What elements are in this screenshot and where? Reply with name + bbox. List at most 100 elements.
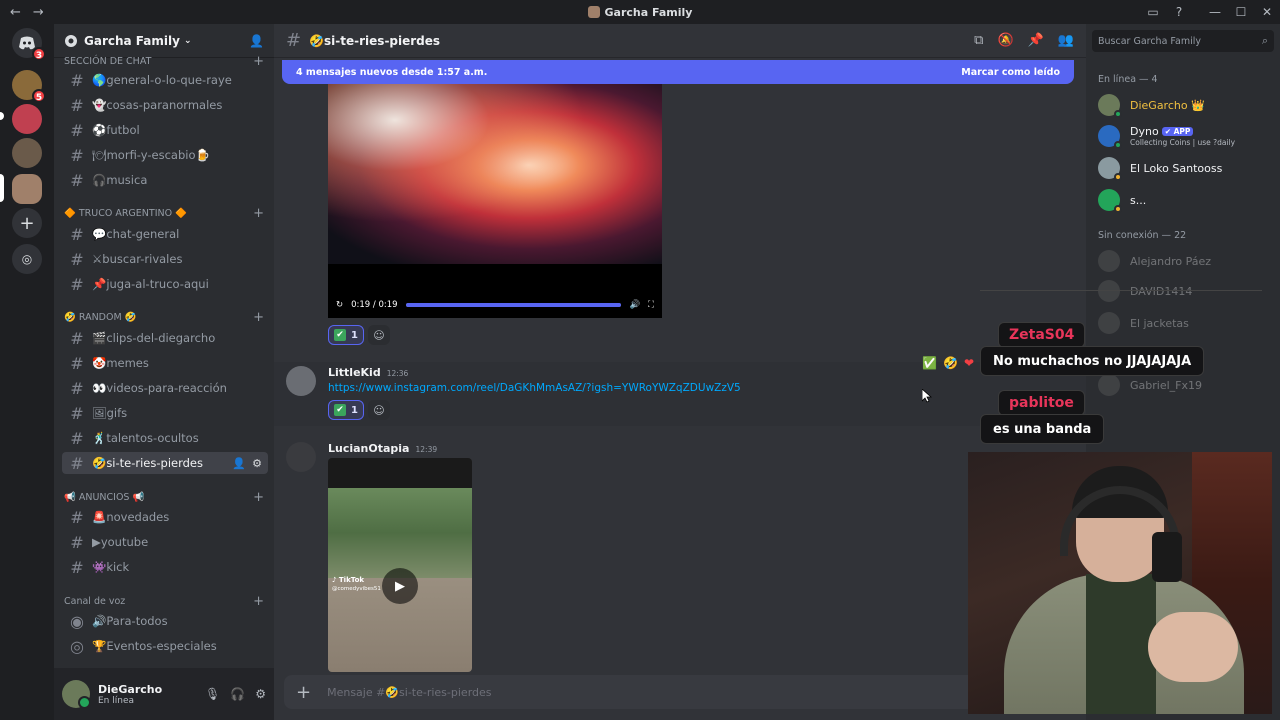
channel-musica[interactable]: # 🎧musica bbox=[62, 169, 268, 191]
search-input[interactable]: Buscar Garcha Family ⌕ bbox=[1092, 30, 1274, 52]
server-icon-b[interactable] bbox=[12, 104, 42, 134]
member-item[interactable]: El Loko Santooss bbox=[1098, 154, 1274, 182]
replay-icon[interactable]: ↻ bbox=[336, 300, 343, 310]
add-channel-icon[interactable]: + bbox=[253, 594, 268, 609]
video-progress-bar[interactable] bbox=[405, 303, 622, 307]
message[interactable]: LittleKid 12:36 https://www.instagram.com… bbox=[274, 356, 1086, 426]
members-icon[interactable]: 👥 bbox=[1058, 33, 1074, 48]
avatar bbox=[1098, 125, 1122, 149]
chat-area: # 🤣si-te-ries-pierdes ⧉ 🔕 📌 👥 4 mensajes… bbox=[274, 24, 1086, 720]
category-voz[interactable]: Canal de voz + bbox=[64, 594, 268, 609]
fullscreen-icon[interactable]: ⛶ bbox=[648, 300, 654, 310]
channel-novedades[interactable]: # 🚨novedades bbox=[62, 506, 268, 528]
check-reaction-icon[interactable]: ✅ bbox=[922, 356, 937, 370]
new-messages-bar[interactable]: 4 mensajes nuevos desde 1:57 a.m. Marcar… bbox=[282, 60, 1074, 84]
volume-icon[interactable]: 🔊 bbox=[629, 300, 640, 310]
forward-arrow-icon[interactable]: → bbox=[33, 5, 44, 20]
category-seccion-chat[interactable]: SECCIÓN DE CHAT + bbox=[64, 54, 268, 69]
channel-videos[interactable]: # 👀videos-para-reacción bbox=[62, 377, 268, 399]
message-link[interactable]: https://www.instagram.com/reel/DaGKhMmAs… bbox=[328, 382, 741, 394]
close-button[interactable]: ✕ bbox=[1254, 5, 1280, 19]
reaction-check[interactable]: ✔ 1 bbox=[328, 400, 364, 420]
add-server-button[interactable]: + bbox=[12, 208, 42, 238]
channel-youtube[interactable]: # ▶youtube bbox=[62, 531, 268, 553]
avatar[interactable] bbox=[286, 366, 316, 396]
avatar bbox=[1098, 157, 1122, 181]
channel-general[interactable]: # 🌎general-o-lo-que-raye bbox=[62, 69, 268, 91]
speaker-icon: ◉ bbox=[70, 611, 84, 631]
discord-home-button[interactable]: 3 bbox=[12, 28, 46, 61]
status-dot bbox=[1114, 110, 1122, 118]
channel-futbol[interactable]: # ⚽futbol bbox=[62, 119, 268, 141]
laugh-reaction-icon[interactable]: 🤣 bbox=[943, 356, 958, 370]
channel-memes[interactable]: # 🤡memes bbox=[62, 352, 268, 374]
avatar[interactable] bbox=[62, 680, 91, 709]
invite-icon[interactable]: 👤 bbox=[249, 34, 264, 48]
message-author[interactable]: LittleKid 12:36 bbox=[328, 366, 408, 379]
channel-chat-general[interactable]: # 💬chat-general bbox=[62, 223, 268, 245]
play-icon[interactable]: ▶ bbox=[382, 568, 418, 604]
user-status: En línea bbox=[98, 695, 135, 706]
tiktok-logo: ♪ TikTok bbox=[332, 576, 365, 584]
channel-kick[interactable]: # 👾kick bbox=[62, 556, 268, 578]
inbox-icon[interactable]: ▭ bbox=[1140, 5, 1166, 19]
gear-icon[interactable]: ⚙ bbox=[252, 457, 262, 470]
add-channel-icon[interactable]: + bbox=[253, 206, 268, 221]
invite-icon[interactable]: 👤 bbox=[232, 457, 246, 470]
message-input[interactable]: Mensaje #🤣si-te-ries-pierdes bbox=[327, 686, 491, 699]
mark-as-read-button[interactable]: Marcar como leído bbox=[961, 67, 1060, 78]
server-icon bbox=[587, 5, 600, 18]
reaction-check[interactable]: ✔ 1 bbox=[328, 325, 364, 345]
heart-reaction-icon[interactable]: ❤ bbox=[964, 356, 974, 370]
channel-si-te-ries-pierdes[interactable]: # 🤣si-te-ries-pierdes 👤 ⚙ bbox=[62, 452, 268, 474]
category-anuncios[interactable]: 📢 ANUNCIOS 📢 + bbox=[64, 490, 268, 505]
category-truco[interactable]: 🔶 TRUCO ARGENTINO 🔶 + bbox=[64, 206, 268, 221]
category-random[interactable]: 🤣 RANDOM 🤣 + bbox=[64, 310, 268, 325]
message-author[interactable]: LucianOtapia 12:39 bbox=[328, 442, 437, 455]
video-controls: ↻ 0:19 / 0:19 🔊 ⛶ bbox=[328, 292, 662, 318]
guild-header[interactable]: Garcha Family ⌄ 👤 bbox=[54, 24, 274, 58]
channel-morfi[interactable]: # 🍽morfi-y-escabio🍺 bbox=[62, 144, 268, 166]
channel-gifs[interactable]: # 🖼gifs bbox=[62, 402, 268, 424]
minimize-button[interactable]: — bbox=[1202, 5, 1228, 19]
message-composer[interactable]: + Mensaje #🤣si-te-ries-pierdes 🎁 ▣ bbox=[284, 675, 1076, 709]
channel-juga-al-truco[interactable]: # 📌juga-al-truco-aqui bbox=[62, 273, 268, 295]
server-icon-a[interactable]: 5 bbox=[12, 70, 46, 103]
server-icon-garcha-family[interactable] bbox=[12, 174, 42, 204]
maximize-button[interactable]: ☐ bbox=[1228, 5, 1254, 19]
avatar[interactable] bbox=[286, 442, 316, 472]
hash-icon: # bbox=[70, 353, 84, 373]
member-item[interactable]: Dyno ✔ APP Collecting Coins | use ?daily bbox=[1098, 122, 1274, 150]
online-header: En línea — 4 bbox=[1098, 74, 1158, 85]
notifications-muted-icon[interactable]: 🔕 bbox=[997, 33, 1013, 48]
headphones-icon[interactable]: 🎧 bbox=[230, 687, 245, 701]
threads-icon[interactable]: ⧉ bbox=[974, 33, 983, 48]
add-channel-icon[interactable]: + bbox=[253, 54, 268, 69]
gear-icon[interactable]: ⚙ bbox=[255, 687, 266, 701]
channel-clips[interactable]: # 🎬clips-del-diegarcho bbox=[62, 327, 268, 349]
community-icon bbox=[65, 34, 77, 47]
member-item[interactable]: Alejandro Páez bbox=[1098, 247, 1274, 275]
back-arrow-icon[interactable]: ← bbox=[10, 5, 21, 20]
member-item[interactable]: DieGarcho 👑 bbox=[1098, 91, 1274, 119]
tiktok-video-attachment[interactable]: ♪ TikTok @comedyvibes51 ▶ bbox=[328, 458, 472, 672]
channel-buscar-rivales[interactable]: # ⚔buscar-rivales bbox=[62, 248, 268, 270]
channel-talentos[interactable]: # 🕺talentos-ocultos bbox=[62, 427, 268, 449]
stage-channel-eventos[interactable]: ◎ 🏆Eventos-especiales bbox=[62, 635, 268, 657]
voice-channel-para-todos[interactable]: ◉ 🔊Para-todos bbox=[62, 610, 268, 632]
hash-icon: # bbox=[70, 95, 84, 115]
server-icon-c[interactable] bbox=[12, 138, 42, 168]
help-icon[interactable]: ? bbox=[1166, 5, 1192, 19]
video-attachment[interactable]: ↻ 0:19 / 0:19 🔊 ⛶ bbox=[328, 84, 662, 318]
add-reaction-button[interactable]: ☺ bbox=[367, 325, 390, 345]
microphone-icon[interactable]: 🎙 bbox=[205, 687, 220, 701]
channel-paranormales[interactable]: # 👻cosas-paranormales bbox=[62, 94, 268, 116]
add-channel-icon[interactable]: + bbox=[253, 310, 268, 325]
hash-icon: # bbox=[70, 557, 84, 577]
add-reaction-button[interactable]: ☺ bbox=[367, 400, 390, 420]
add-channel-icon[interactable]: + bbox=[253, 490, 268, 505]
attach-button[interactable]: + bbox=[296, 682, 311, 703]
explore-icon[interactable]: ◎ bbox=[12, 244, 42, 274]
pin-icon[interactable]: 📌 bbox=[1028, 33, 1044, 48]
member-item[interactable]: s... bbox=[1098, 186, 1274, 214]
